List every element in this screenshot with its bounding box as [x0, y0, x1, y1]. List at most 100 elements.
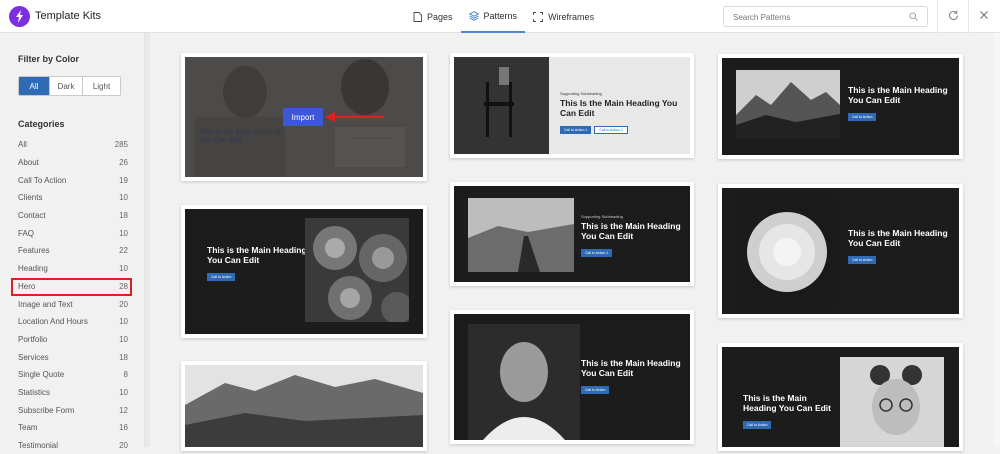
category-label: Image and Text — [18, 299, 73, 309]
pattern-heading: This Is the Main Heading You Can Edit — [199, 129, 282, 145]
pattern-card[interactable]: Supporting Subheading This Is the Main H… — [450, 53, 694, 158]
search-icon[interactable] — [909, 12, 918, 21]
template-kits-logo-icon — [9, 6, 30, 27]
category-label: All — [18, 140, 27, 150]
category-count: 16 — [119, 423, 128, 433]
tab-patterns[interactable]: Patterns — [460, 0, 526, 33]
pattern-subheading: Supporting Subheading — [581, 214, 623, 219]
pattern-heading: This is the Main Heading You Can Edit — [207, 245, 307, 266]
category-team[interactable]: Team 16 — [18, 419, 128, 437]
category-services[interactable]: Services 18 — [18, 348, 128, 366]
category-call-to-action[interactable]: Call To Action 19 — [18, 171, 128, 189]
pattern-card[interactable] — [181, 361, 427, 451]
pattern-preview: This is the Main Heading You Can Edit Ca… — [722, 188, 959, 314]
filter-title: Filter by Color — [18, 54, 80, 64]
layers-icon — [468, 10, 479, 21]
sidebar-scrollbar[interactable] — [145, 33, 150, 447]
category-label: Subscribe Form — [18, 405, 75, 415]
close-icon[interactable] — [978, 9, 990, 21]
cta-button: Call to Action — [581, 386, 610, 395]
category-label: Portfolio — [18, 334, 48, 344]
landscape-photo-image — [185, 365, 423, 447]
search-box — [723, 6, 928, 27]
category-label: Testimonial — [18, 441, 59, 451]
category-all[interactable]: All 285 — [18, 136, 128, 154]
category-count: 12 — [119, 405, 128, 415]
category-count: 18 — [119, 352, 128, 362]
pattern-text: This is the Main Heading You Can Edit Ca… — [743, 393, 833, 431]
pattern-side-text: Supporting Subheading — [351, 135, 411, 142]
tab-pages[interactable]: Pages — [405, 0, 461, 33]
pattern-text: This is the Main Heading You Can Edit Ca… — [848, 228, 948, 266]
category-label: Single Quote — [18, 370, 65, 380]
cta-button-2: Call to Action 2 — [594, 126, 628, 135]
pattern-heading: This is the Main Heading You Can Edit — [848, 228, 948, 249]
category-single-quote[interactable]: Single Quote 8 — [18, 366, 128, 384]
category-count: 10 — [119, 317, 128, 327]
pattern-text: This is the Main Heading You Can Edit Ca… — [581, 358, 681, 396]
category-label: Clients — [18, 193, 43, 203]
refresh-icon[interactable] — [947, 9, 960, 22]
divider — [968, 0, 969, 33]
search-input[interactable] — [724, 8, 899, 27]
import-button[interactable]: Import — [283, 108, 323, 126]
pattern-heading: This is the Main Heading You Can Edit — [581, 221, 681, 242]
pattern-card[interactable]: This is the Main Heading You Can Edit Ca… — [181, 205, 427, 338]
tab-wireframes[interactable]: Wireframes — [525, 0, 602, 33]
category-contact[interactable]: Contact 18 — [18, 207, 128, 225]
category-heading[interactable]: Heading 10 — [18, 260, 128, 278]
succulent-photo-image — [305, 218, 409, 322]
category-label: Call To Action — [18, 175, 67, 185]
pattern-heading: This Is the Main Heading You Can Edit — [560, 98, 678, 119]
category-features[interactable]: Features 22 — [18, 242, 128, 260]
page-icon — [413, 11, 422, 22]
pattern-preview: This is the Main Heading You Can Edit Ca… — [722, 58, 959, 155]
mountain-photo-image — [736, 70, 840, 139]
category-label: Location And Hours — [18, 317, 88, 327]
category-count: 19 — [119, 175, 128, 185]
filter-dark-button[interactable]: Dark — [49, 77, 82, 95]
cta-button: Call to Action — [848, 256, 877, 265]
category-statistics[interactable]: Statistics 10 — [18, 384, 128, 402]
man-portrait-image — [468, 324, 580, 440]
category-count: 8 — [123, 370, 128, 380]
category-label: About — [18, 158, 39, 168]
category-count: 22 — [119, 246, 128, 256]
tab-patterns-label: Patterns — [483, 10, 518, 21]
red-arrow-annotation — [325, 112, 384, 122]
category-label: FAQ — [18, 228, 35, 238]
pattern-card[interactable]: Supporting Subheading This is the Main H… — [450, 182, 694, 286]
cta-button: Call to Action — [848, 113, 877, 122]
category-image-and-text[interactable]: Image and Text 20 — [18, 295, 128, 313]
pattern-card[interactable]: This is the Main Heading You Can Edit Ca… — [718, 343, 963, 451]
pattern-text: This is the Main Heading You Can Edit Ca… — [848, 85, 948, 123]
category-location-and-hours[interactable]: Location And Hours 10 — [18, 313, 128, 331]
category-label: Services — [18, 352, 49, 362]
category-testimonial[interactable]: Testimonial 20 — [18, 437, 128, 454]
divider — [937, 0, 938, 33]
pattern-text: Supporting Subheading This is the Main H… — [581, 214, 686, 259]
category-count: 10 — [119, 264, 128, 274]
main-scrollbar[interactable] — [993, 33, 1000, 447]
pattern-card[interactable]: This is the Main Heading You Can Edit Ca… — [450, 310, 694, 444]
chair-photo-image — [454, 57, 549, 154]
cta-button: Call to Action 1 — [581, 249, 613, 258]
categories-title: Categories — [18, 119, 65, 129]
category-subscribe-form[interactable]: Subscribe Form 12 — [18, 401, 128, 419]
filter-all-button[interactable]: All — [19, 77, 49, 95]
category-portfolio[interactable]: Portfolio 10 — [18, 331, 128, 349]
category-count: 20 — [119, 441, 128, 451]
category-about[interactable]: About 26 — [18, 154, 128, 172]
cta-button: Call to Action — [207, 273, 236, 282]
pattern-card[interactable]: This is the Main Heading You Can Edit Ca… — [718, 184, 963, 318]
category-faq[interactable]: FAQ 10 — [18, 224, 128, 242]
pattern-heading: This is the Main Heading You Can Edit — [743, 393, 831, 414]
pattern-preview: This is the Main Heading You Can Edit Ca… — [454, 314, 690, 440]
category-clients[interactable]: Clients 10 — [18, 189, 128, 207]
filter-light-button[interactable]: Light — [82, 77, 120, 95]
pattern-card[interactable]: This is the Main Heading You Can Edit Ca… — [718, 54, 963, 159]
pattern-preview: Supporting Subheading This is the Main H… — [454, 186, 690, 282]
pattern-preview — [185, 365, 423, 447]
app-title: Template Kits — [35, 10, 102, 22]
tab-pages-label: Pages — [427, 11, 453, 22]
